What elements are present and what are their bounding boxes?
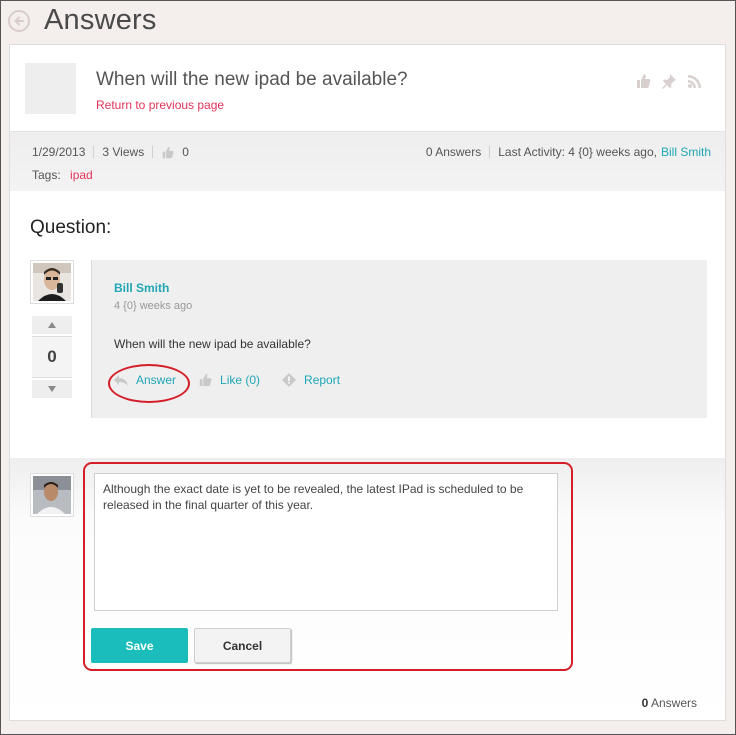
question-header: When will the new ipad be available? Ret… — [10, 45, 725, 131]
footer-answer-count: 0 — [641, 696, 649, 710]
post-actions: Answer Like (0) Report — [114, 373, 362, 387]
pin-icon[interactable] — [661, 73, 677, 89]
vote-widget: 0 — [32, 316, 72, 398]
page-title: Answers — [44, 4, 157, 36]
current-user-avatar — [30, 473, 74, 517]
vote-count: 0 — [32, 336, 72, 378]
vote-up-button[interactable] — [32, 316, 72, 334]
cancel-button[interactable]: Cancel — [194, 628, 291, 663]
post-timestamp: 4 {0} weeks ago — [114, 300, 193, 312]
author-avatar[interactable] — [30, 260, 74, 304]
rss-icon[interactable] — [687, 73, 703, 89]
vote-down-button[interactable] — [32, 380, 72, 398]
footer-answers-label: Answers — [650, 696, 697, 710]
tags-label: Tags: — [32, 168, 61, 182]
header-actions — [635, 73, 703, 89]
report-label: Report — [304, 373, 341, 387]
question-card: When will the new ipad be available? Ret… — [9, 44, 726, 721]
thumbs-up-icon — [199, 373, 212, 387]
warning-diamond-icon — [282, 373, 297, 387]
like-button[interactable]: Like (0) — [198, 373, 260, 387]
report-button[interactable]: Report — [282, 373, 340, 387]
last-activity: Last Activity: 4 {0} weeks ago, — [498, 145, 657, 159]
divider — [489, 146, 491, 158]
thumbs-up-icon[interactable] — [635, 73, 651, 89]
page-header: Answers — [0, 0, 736, 44]
last-activity-user-link[interactable]: Bill Smith — [661, 145, 711, 159]
save-button[interactable]: Save — [91, 628, 188, 663]
answer-count: 0 Answers — [425, 145, 482, 159]
meta-activity: 0 Answers Last Activity: 4 {0} weeks ago… — [426, 145, 711, 159]
answer-textarea[interactable]: Although the exact date is yet to be rev… — [94, 473, 558, 611]
avatar-image — [33, 476, 71, 514]
section-heading: Question: — [30, 217, 112, 238]
like-icon — [161, 146, 174, 159]
back-arrow-icon[interactable] — [8, 10, 30, 32]
return-link[interactable]: Return to previous page — [96, 98, 224, 112]
question-post: Bill Smith 4 {0} weeks ago When will the… — [91, 260, 707, 418]
answer-label: Answer — [136, 373, 177, 387]
question-title: When will the new ipad be available? — [96, 69, 408, 90]
tags-row: Tags: ipad — [32, 168, 93, 182]
divider — [93, 146, 95, 158]
answer-button[interactable]: Answer — [114, 373, 176, 387]
like-label: Like (0) — [220, 373, 261, 387]
question-thumbnail — [25, 63, 76, 114]
reply-section: Although the exact date is yet to be rev… — [10, 458, 725, 720]
post-author-link[interactable]: Bill Smith — [114, 281, 169, 295]
triangle-up-icon — [48, 322, 56, 328]
divider — [152, 146, 154, 158]
answers-footer: 0 Answers — [642, 696, 697, 710]
question-meta: 1/29/2013 3 Views 0 0 Answers Last Activ… — [10, 131, 725, 191]
meta-stats: 1/29/2013 3 Views 0 — [32, 145, 189, 159]
question-date: 1/29/2013 — [32, 145, 86, 159]
post-body: When will the new ipad be available? — [114, 337, 311, 351]
view-count: 3 Views — [102, 145, 145, 159]
triangle-down-icon — [48, 386, 56, 392]
avatar-image — [33, 263, 71, 301]
tag-link[interactable]: ipad — [70, 168, 93, 182]
like-count: 0 — [182, 145, 189, 159]
reply-arrow-icon — [114, 375, 128, 386]
